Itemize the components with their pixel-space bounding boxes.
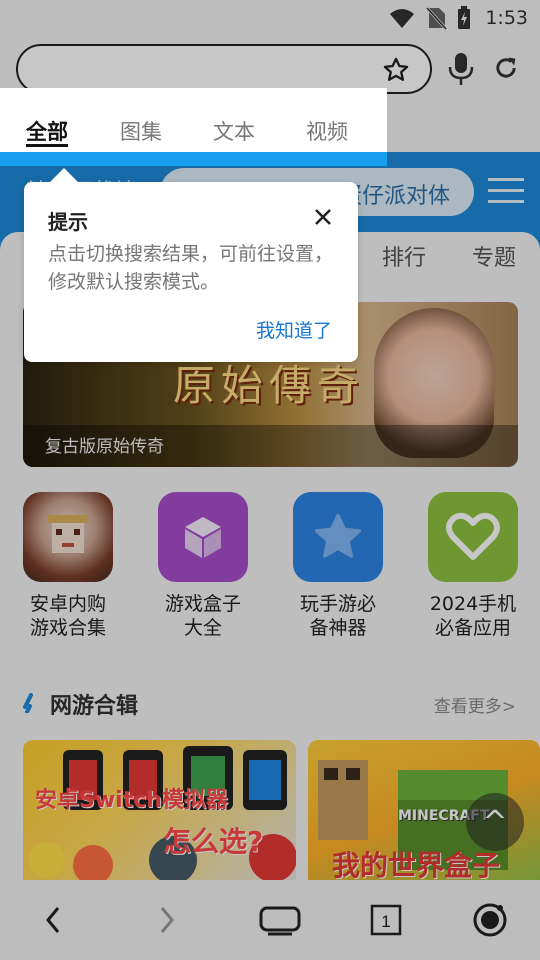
tip-popup: 提示 点击切换搜索结果，可前往设置，修改默认搜索模式。 我知道了 (24, 168, 358, 362)
active-tab-underline (26, 144, 68, 147)
popup-title: 提示 (48, 210, 88, 234)
scope-tab-video[interactable]: 视频 (306, 116, 348, 146)
close-icon[interactable] (312, 206, 334, 228)
scope-tab-text[interactable]: 文本 (213, 116, 255, 146)
scope-tabs-accent-bar (0, 152, 387, 166)
got-it-button[interactable]: 我知道了 (256, 316, 332, 343)
popup-description: 点击切换搜索结果，可前往设置，修改默认搜索模式。 (48, 243, 334, 293)
scope-tab-all[interactable]: 全部 (26, 116, 68, 146)
scope-tab-images[interactable]: 图集 (120, 116, 162, 146)
